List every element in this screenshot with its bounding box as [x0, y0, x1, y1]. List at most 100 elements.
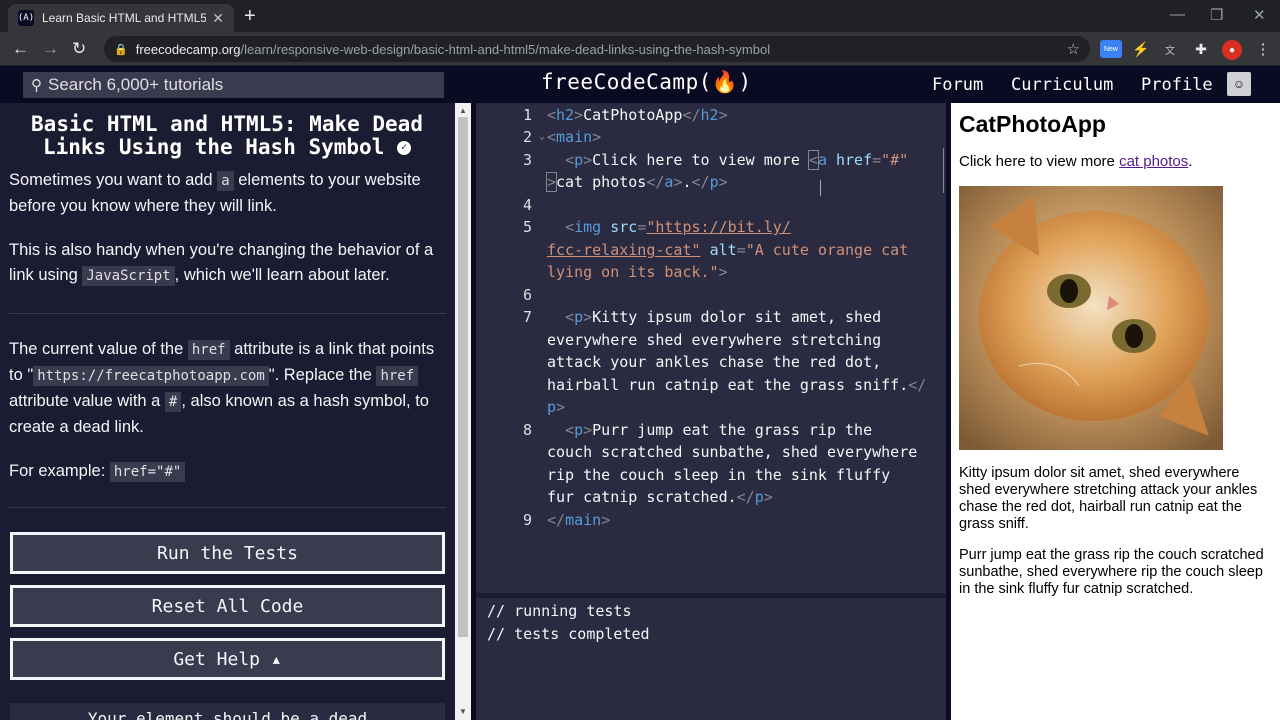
line-number: 9 [522, 511, 532, 529]
forward-icon[interactable]: → [42, 39, 59, 59]
code-line-9: </main> [547, 511, 611, 529]
nav-curriculum-link[interactable]: Curriculum [1011, 75, 1113, 95]
inline-code: href="#" [109, 462, 186, 482]
line-number: 5 [522, 218, 532, 236]
code-img-src: "https://bit.ly/ [646, 218, 791, 236]
inline-code: href [187, 340, 230, 360]
code-line-5: <img src="https://bit.ly/ [565, 218, 791, 236]
search-placeholder: Search 6,000+ tutorials [48, 75, 224, 94]
star-icon[interactable]: ☆ [1067, 40, 1080, 58]
code-link-text: cat photos [556, 173, 647, 191]
scroll-up-icon[interactable]: ▲ [459, 106, 467, 115]
code-p2-a: Kitty ipsum dolor sit amet, shed [592, 308, 882, 326]
nav-forum-link[interactable]: Forum [932, 75, 983, 95]
close-window-icon[interactable]: ✕ [1253, 6, 1266, 24]
preview-p1-end: . [1188, 153, 1193, 170]
lesson-paragraph-2: This is also handy when you're changing … [9, 238, 449, 289]
test-console: // running tests // tests completed [476, 598, 946, 720]
back-icon[interactable]: ← [12, 39, 29, 59]
profile-avatar-icon[interactable]: ● [1222, 40, 1242, 60]
code-h2-text: CatPhotoApp [583, 106, 683, 124]
url-path: /learn/responsive-web-design/basic-html-… [240, 41, 771, 57]
code-line-8-wrap3: fur catnip scratched.</p> [547, 488, 773, 506]
inline-code: https://freecatphotoapp.com [33, 366, 269, 386]
reset-code-button[interactable]: Reset All Code [10, 585, 445, 627]
code-img-alt-2: lying on its back." [547, 263, 719, 281]
fold-icon[interactable]: ⌄ [539, 131, 545, 142]
address-toolbar: ← → ↻ 🔒 freecodecamp.org/learn/responsiv… [0, 32, 1280, 66]
new-tab-button[interactable]: + [244, 6, 256, 26]
extension-bolt-icon[interactable]: ⚡ [1132, 40, 1150, 58]
minimize-icon[interactable]: — [1170, 6, 1185, 23]
line-number: 6 [522, 286, 532, 304]
nav-profile-link[interactable]: Profile [1141, 75, 1213, 95]
text-cursor-icon [820, 180, 821, 196]
reload-icon[interactable]: ↻ [72, 39, 86, 59]
code-line-8: <p>Purr jump eat the grass rip the [565, 421, 873, 439]
tab-title: Learn Basic HTML and HTML5: M [42, 11, 207, 25]
divider [9, 313, 446, 314]
lesson-paragraph-1: Sometimes you want to add a elements to … [9, 168, 449, 219]
preview-pane: CatPhotoApp Click here to view more cat … [951, 103, 1280, 720]
code-editor[interactable]: 123456789 ⌄ <h2>CatPhotoApp</h2> <main> … [476, 103, 946, 593]
puzzle-icon[interactable]: ✚ [1192, 40, 1210, 58]
lesson-p3-c: ". Replace the [268, 366, 377, 384]
code-p1-text: Click here to view more [592, 151, 809, 169]
menu-icon[interactable]: ⋮ [1254, 40, 1272, 58]
check-circle-icon: ✓ [397, 141, 412, 155]
search-input[interactable]: ⚲ Search 6,000+ tutorials [23, 72, 444, 98]
get-help-button[interactable]: Get Help ▴ [10, 638, 445, 680]
console-line-1: // running tests [487, 602, 632, 620]
code-img-alt: "A cute orange cat [745, 241, 909, 259]
code-line-8-wrap2: rip the couch sleep in the sink fluffy [547, 466, 891, 484]
line-number: 1 [522, 106, 532, 124]
lesson-p3-a: The current value of the [9, 340, 188, 358]
inline-code: href [376, 366, 419, 386]
inline-code: JavaScript [82, 266, 175, 286]
console-line-2: // tests completed [487, 625, 650, 643]
code-line-7-wrap2: attack your ankles chase the red dot, [547, 353, 882, 371]
line-number: 8 [522, 421, 532, 439]
lesson-title: Basic HTML and HTML5: Make Dead Links Us… [10, 113, 444, 159]
code-p3-a: Purr jump eat the grass rip the [592, 421, 873, 439]
code-line-3-wrap: >cat photos</a>.</p> [545, 172, 728, 192]
lesson-panel: Basic HTML and HTML5: Make Dead Links Us… [0, 103, 455, 720]
cat-image [959, 186, 1223, 450]
code-line-7: <p>Kitty ipsum dolor sit amet, shed [565, 308, 882, 326]
line-number: 2 [522, 128, 532, 146]
line-number: 7 [522, 308, 532, 326]
editor-cursor-line [943, 148, 944, 193]
scrollbar-thumb[interactable] [458, 117, 468, 637]
browser-tab-bar: (A) Learn Basic HTML and HTML5: M ✕ + — … [0, 0, 1280, 32]
extension-new-badge: New [1103, 45, 1118, 53]
lesson-p1-a: Sometimes you want to add [9, 171, 218, 189]
scroll-down-icon[interactable]: ▼ [459, 707, 467, 716]
preview-heading: CatPhotoApp [959, 111, 1106, 137]
lesson-p2-b: , which we'll learn about later. [174, 266, 390, 284]
lesson-p3-d: attribute value with a [9, 392, 165, 410]
fcc-favicon-icon: (A) [18, 10, 34, 26]
url-bar[interactable]: 🔒 freecodecamp.org/learn/responsive-web-… [104, 36, 1090, 62]
code-line-5-wrap2: lying on its back."> [547, 263, 728, 281]
browser-tab[interactable]: (A) Learn Basic HTML and HTML5: M ✕ [8, 4, 234, 32]
fcc-logo[interactable]: freeCodeCamp(🔥) [541, 70, 752, 95]
maximize-icon[interactable]: ❐ [1210, 6, 1223, 24]
lesson-instructions: The current value of the href attribute … [9, 337, 449, 440]
code-line-1: <h2>CatPhotoApp</h2> [547, 106, 728, 124]
lesson-title-text: Basic HTML and HTML5: Make Dead Links Us… [31, 112, 423, 159]
fcc-navbar: ⚲ Search 6,000+ tutorials freeCodeCamp(🔥… [0, 67, 1280, 103]
cat-photo-illustration [959, 186, 1223, 450]
preview-paragraph-1: Click here to view more cat photos. [959, 153, 1192, 170]
close-tab-icon[interactable]: ✕ [212, 10, 224, 27]
extension-new-icon[interactable]: New [1100, 40, 1122, 58]
extension-translate-icon[interactable]: 文 [1161, 40, 1179, 58]
preview-paragraph-2: Kitty ipsum dolor sit amet, shed everywh… [959, 465, 1258, 532]
line-number: 4 [522, 196, 532, 214]
run-tests-button[interactable]: Run the Tests [10, 532, 445, 574]
lesson-scrollbar[interactable]: ▲ ▼ [455, 103, 471, 720]
search-icon: ⚲ [31, 77, 42, 94]
lesson-example: For example: href="#" [9, 459, 449, 485]
inline-code: # [164, 392, 182, 412]
cat-photos-link[interactable]: cat photos [1119, 153, 1188, 170]
user-avatar[interactable]: ☺ [1227, 72, 1251, 96]
